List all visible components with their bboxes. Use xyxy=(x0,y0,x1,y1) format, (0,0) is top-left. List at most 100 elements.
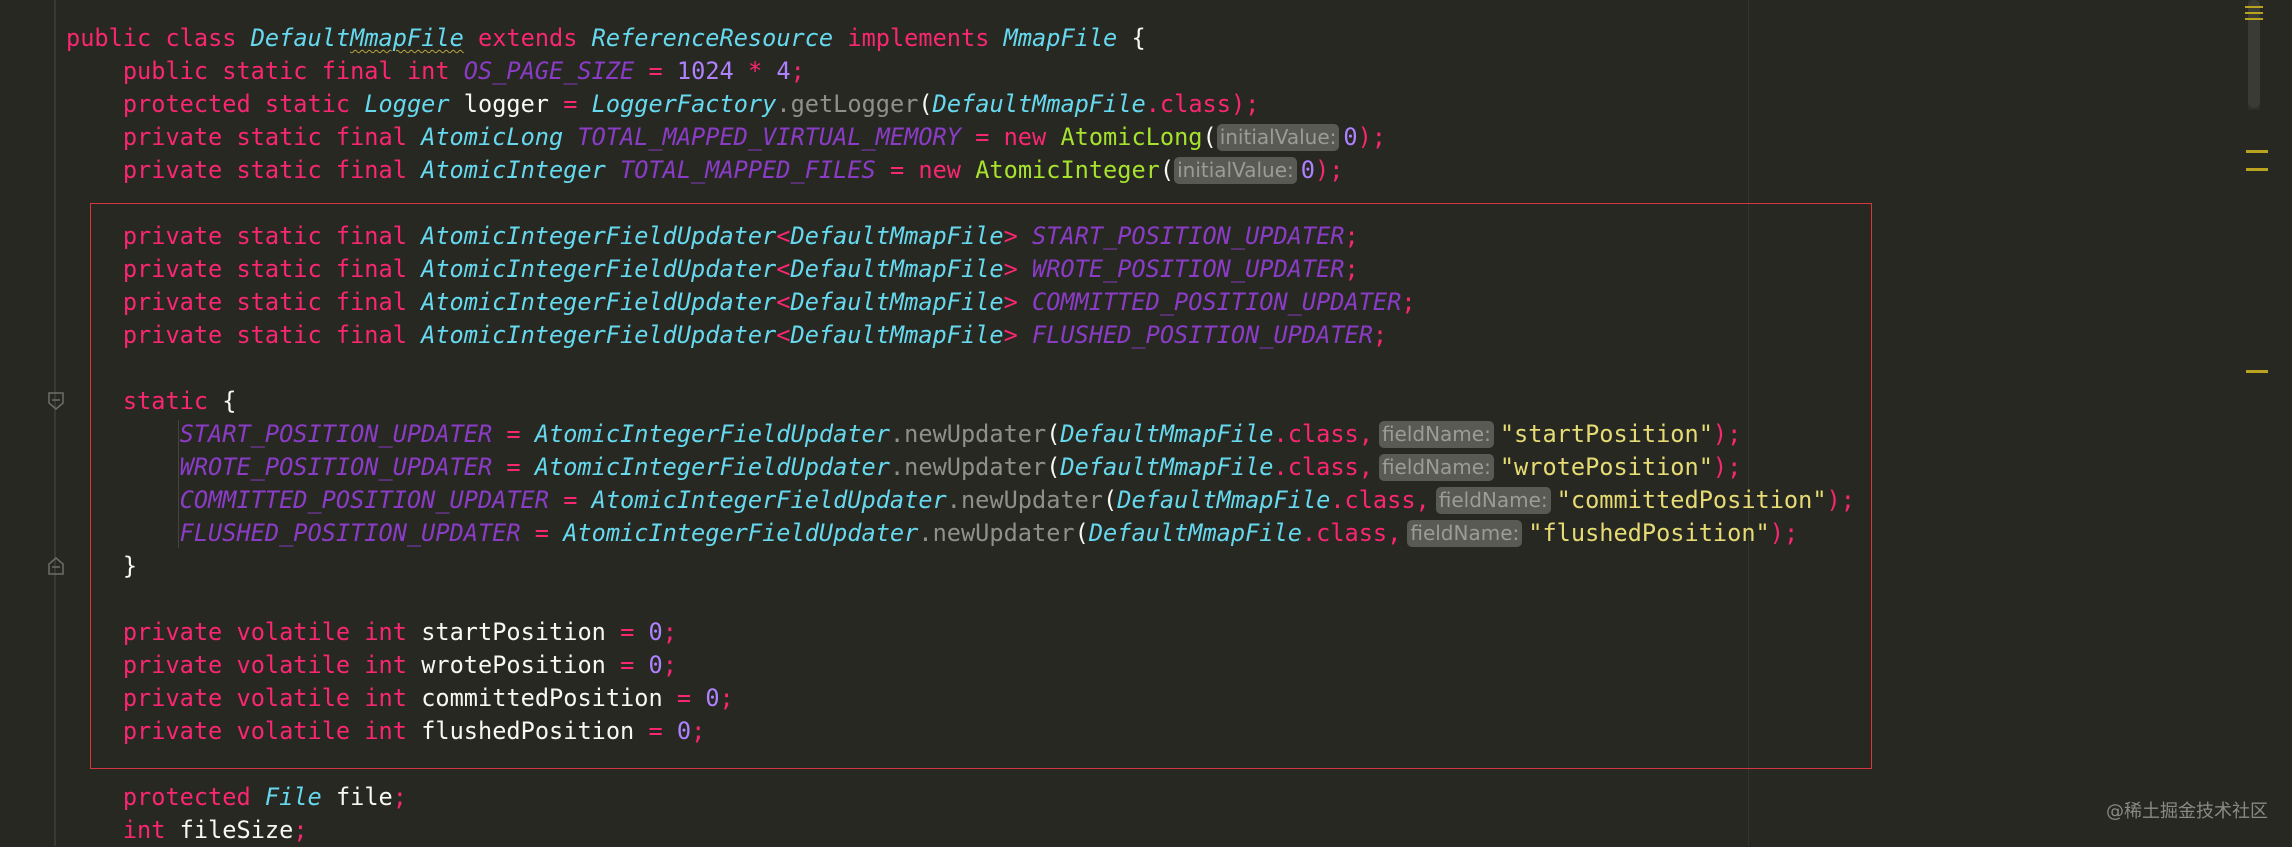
warning-marker[interactable] xyxy=(2246,168,2268,171)
modifier: private xyxy=(122,618,223,646)
code-line-file-size[interactable]: int fileSize; xyxy=(66,814,308,847)
class-name: DefaultMmapFile xyxy=(251,24,464,52)
code-line-mapped-memory[interactable]: private static final AtomicLong TOTAL_MA… xyxy=(66,121,1386,154)
paren: ( xyxy=(1159,156,1175,184)
code-editor[interactable]: public class DefaultMmapFile extends Ref… xyxy=(0,0,2292,846)
class-ref: DefaultMmapFile xyxy=(1088,519,1302,547)
keyword: new xyxy=(1003,123,1047,151)
code-line-logger[interactable]: protected static Logger logger = LoggerF… xyxy=(66,88,1260,121)
fold-start-icon[interactable] xyxy=(47,391,65,411)
semicolon: ; xyxy=(662,618,677,646)
constant-name: OS_PAGE_SIZE xyxy=(463,57,635,85)
code-line-static-assign[interactable]: WROTE_POSITION_UPDATER = AtomicIntegerFi… xyxy=(66,451,1741,484)
number: 0 xyxy=(676,717,692,745)
modifiers: private static final xyxy=(122,222,407,250)
modifier: volatile xyxy=(236,717,351,745)
gutter-separator xyxy=(54,0,56,846)
warning-marker[interactable] xyxy=(2246,150,2268,153)
type: AtomicIntegerFieldUpdater xyxy=(421,222,777,250)
class-ref: AtomicIntegerFieldUpdater xyxy=(534,453,890,481)
closing: ); xyxy=(1712,420,1742,448)
warning-marker[interactable] xyxy=(2246,370,2268,373)
generic-close: > xyxy=(1003,222,1018,250)
code-line-file[interactable]: protected File file; xyxy=(66,781,407,814)
brace: { xyxy=(222,387,237,415)
code-line-os-page-size[interactable]: public static final int OS_PAGE_SIZE = 1… xyxy=(66,55,805,88)
watermark: @稀土掘金技术社区 xyxy=(2106,801,2268,822)
code-line-mapped-files[interactable]: private static final AtomicInteger TOTAL… xyxy=(66,154,1343,187)
code-line-static-close[interactable]: } xyxy=(66,550,137,583)
modifier: volatile xyxy=(236,618,351,646)
code-lens-icon[interactable] xyxy=(2244,4,2264,22)
generic-close: > xyxy=(1003,321,1018,349)
semicolon: ; xyxy=(691,717,706,745)
code-line-static-assign[interactable]: FLUSHED_POSITION_UPDATER = AtomicInteger… xyxy=(66,517,1798,550)
code-line-position-field[interactable]: private volatile int flushedPosition = 0… xyxy=(66,715,706,748)
operator: = xyxy=(534,519,549,547)
operator: = xyxy=(563,486,578,514)
constant-name: FLUSHED_POSITION_UPDATER xyxy=(1032,321,1373,349)
code-line-updater-decl[interactable]: private static final AtomicIntegerFieldU… xyxy=(66,319,1387,352)
class-ref: LoggerFactory xyxy=(591,90,777,118)
semicolon: ; xyxy=(392,783,407,811)
operator: = xyxy=(648,57,663,85)
dot: . xyxy=(889,453,905,481)
field-name: startPosition xyxy=(421,618,606,646)
keyword: implements xyxy=(847,24,990,52)
type: AtomicLong xyxy=(421,123,564,151)
code-line-static-assign[interactable]: COMMITTED_POSITION_UPDATER = AtomicInteg… xyxy=(66,484,1855,517)
class-ref: DefaultMmapFile xyxy=(1060,420,1274,448)
constant-name: COMMITTED_POSITION_UPDATER xyxy=(179,486,549,514)
interface-name: MmapFile xyxy=(1003,24,1118,52)
closing: ); xyxy=(1230,90,1260,118)
field-name: wrotePosition xyxy=(421,651,606,679)
code-line-updater-decl[interactable]: private static final AtomicIntegerFieldU… xyxy=(66,253,1359,286)
class-keyword: .class, xyxy=(1301,519,1402,547)
type: Logger xyxy=(364,90,450,118)
fold-end-icon[interactable] xyxy=(47,556,65,576)
code-line-static-assign[interactable]: START_POSITION_UPDATER = AtomicIntegerFi… xyxy=(66,418,1741,451)
class-keyword: .class, xyxy=(1330,486,1430,514)
string: "startPosition" xyxy=(1499,420,1713,448)
type: int xyxy=(406,57,450,85)
type: AtomicInteger xyxy=(421,156,606,184)
closing: ); xyxy=(1826,486,1855,514)
code-line-position-field[interactable]: private volatile int wrotePosition = 0; xyxy=(66,649,677,682)
operator: = xyxy=(975,123,990,151)
code-line-class-decl[interactable]: public class DefaultMmapFile extends Ref… xyxy=(66,22,1146,55)
semicolon: ; xyxy=(1344,255,1359,283)
dot: . xyxy=(946,486,961,514)
type: AtomicIntegerFieldUpdater xyxy=(421,288,777,316)
parameter-hint: initialValue: xyxy=(1216,124,1340,151)
parameter-hint: initialValue: xyxy=(1174,157,1297,184)
class-ref: AtomicIntegerFieldUpdater xyxy=(534,420,890,448)
constructor: AtomicLong xyxy=(1060,123,1203,151)
operator: * xyxy=(747,57,763,85)
string: "flushedPosition" xyxy=(1528,519,1770,547)
modifier: private xyxy=(122,717,223,745)
code-line-position-field[interactable]: private volatile int committedPosition =… xyxy=(66,682,734,715)
class-ref: DefaultMmapFile xyxy=(1117,486,1331,514)
constant-name: TOTAL_MAPPED_VIRTUAL_MEMORY xyxy=(577,123,961,151)
generic-close: > xyxy=(1003,255,1018,283)
method-name: newUpdater xyxy=(932,519,1075,547)
modifiers: protected static xyxy=(122,90,351,118)
paren: ( xyxy=(918,90,933,118)
code-line-updater-decl[interactable]: private static final AtomicIntegerFieldU… xyxy=(66,220,1359,253)
constant-name: START_POSITION_UPDATER xyxy=(1032,222,1345,250)
code-line-static-open[interactable]: static { xyxy=(66,385,237,418)
modifier: private xyxy=(122,651,223,679)
method-name: newUpdater xyxy=(904,420,1047,448)
code-line-position-field[interactable]: private volatile int startPosition = 0; xyxy=(66,616,677,649)
modifier: volatile xyxy=(236,651,351,679)
modifiers: private static final xyxy=(122,156,407,184)
keyword: extends xyxy=(478,24,578,52)
paren: ( xyxy=(1202,123,1217,151)
constant-name: WROTE_POSITION_UPDATER xyxy=(179,453,493,481)
parameter-hint: fieldName: xyxy=(1407,520,1523,547)
number: 0 xyxy=(705,684,720,712)
code-line-updater-decl[interactable]: private static final AtomicIntegerFieldU… xyxy=(66,286,1416,319)
modifier: protected xyxy=(122,783,251,811)
number: 4 xyxy=(776,57,791,85)
type: int xyxy=(364,618,407,646)
